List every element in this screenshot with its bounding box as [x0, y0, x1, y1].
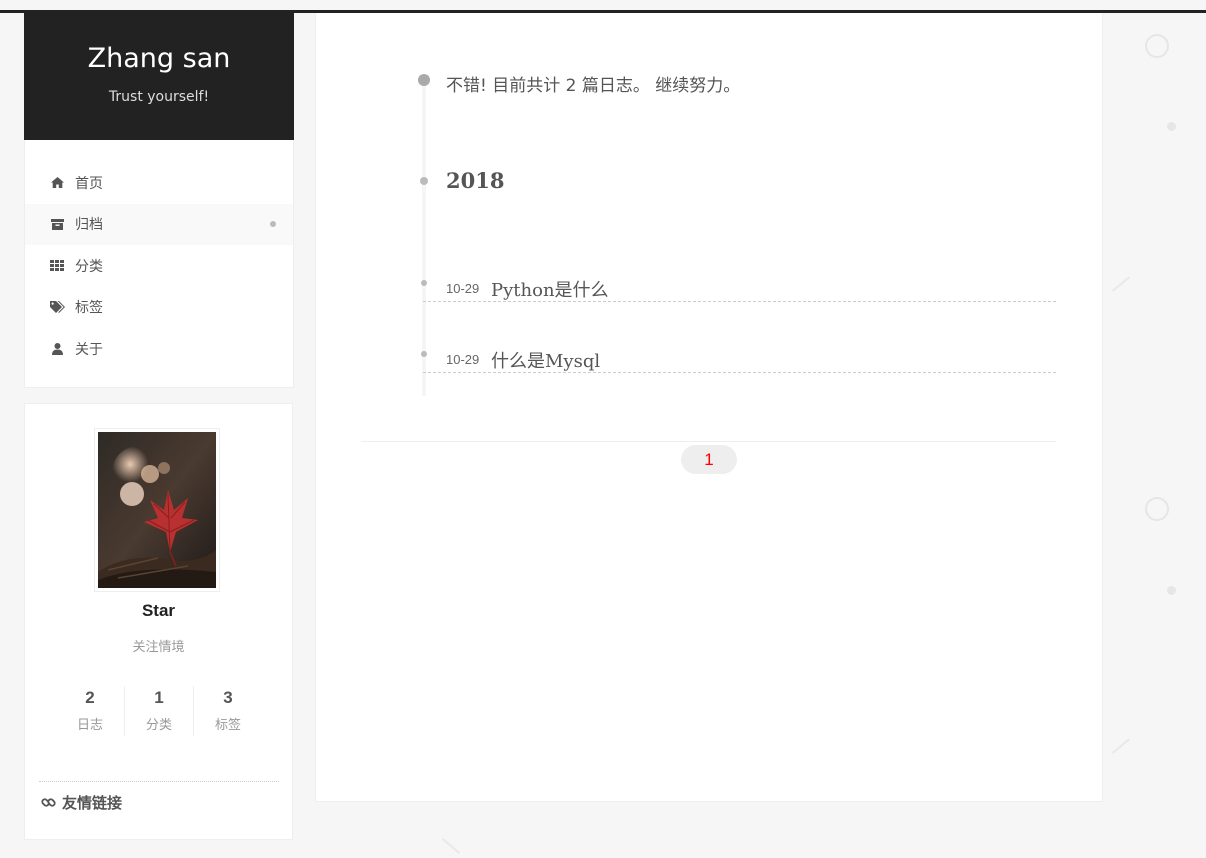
- menu-item-label: 标签: [75, 299, 103, 316]
- stat-categories[interactable]: 1 分类: [124, 686, 193, 736]
- author-avatar: [94, 428, 220, 592]
- timeline-dot: [418, 74, 430, 86]
- stat-posts[interactable]: 2 日志: [56, 686, 124, 736]
- pagination-divider: [361, 441, 1056, 442]
- pagination-current-page[interactable]: 1: [681, 445, 737, 474]
- background-circle-decoration: [1145, 34, 1169, 58]
- stat-count: 3: [223, 688, 233, 707]
- background-dot-decoration: [1167, 122, 1176, 131]
- maple-leaf-photo: [98, 432, 216, 588]
- menu-item-categories[interactable]: 分类: [25, 245, 293, 287]
- background-dot-decoration: [1167, 586, 1176, 595]
- stat-count: 1: [154, 688, 164, 707]
- archive-icon: [49, 217, 65, 231]
- home-icon: [49, 176, 65, 190]
- archive-content: 不错! 目前共计 2 篇日志。 继续努力。 2018 10-29 Python是…: [315, 13, 1103, 802]
- post-title-link[interactable]: 什么是Mysql: [491, 347, 600, 373]
- post-item: 10-29 Python是什么: [423, 271, 1056, 302]
- grid-icon: [49, 259, 65, 273]
- link-icon: [41, 798, 56, 807]
- author-name: Star: [141, 601, 176, 620]
- stat-label: 日志: [76, 717, 103, 732]
- stat-count: 2: [85, 688, 95, 707]
- site-brand-header: Zhang san Trust yourself!: [24, 13, 294, 140]
- user-icon: [49, 342, 65, 356]
- site-stats: 2 日志 1 分类 3 标签: [56, 686, 262, 736]
- menu-item-label: 分类: [75, 257, 103, 274]
- post-date: 10-29: [446, 352, 480, 367]
- site-title[interactable]: Zhang san: [24, 43, 294, 75]
- archive-year: 2018: [446, 168, 505, 193]
- tags-icon: [49, 300, 65, 314]
- background-dash-decoration: [1111, 738, 1131, 754]
- menu-item-label: 首页: [75, 174, 103, 191]
- menu-item-archive[interactable]: 归档: [25, 203, 293, 245]
- post-date: 10-29: [446, 281, 480, 296]
- active-indicator-dot: [270, 221, 276, 228]
- background-circle-decoration: [1145, 497, 1169, 521]
- post-item: 10-29 什么是Mysql: [423, 342, 1056, 373]
- friend-links-label: 友情链接: [62, 795, 123, 812]
- timeline-dot: [420, 177, 428, 185]
- sidebar-menu: 首页 归档 分类 标签 关于: [24, 140, 294, 388]
- site-subtitle: Trust yourself!: [108, 89, 210, 105]
- menu-item-tags[interactable]: 标签: [25, 287, 293, 329]
- author-panel: Star 关注情境 2 日志 1 分类 3 标签 友情链接: [24, 403, 293, 840]
- background-dash-decoration: [1111, 276, 1131, 292]
- menu-item-about[interactable]: 关于: [25, 328, 293, 370]
- stat-tags[interactable]: 3 标签: [193, 686, 262, 736]
- divider: [39, 781, 279, 782]
- post-title-link[interactable]: Python是什么: [491, 276, 609, 302]
- background-dash-decoration: [441, 838, 461, 854]
- author-description: 关注情境: [132, 639, 185, 654]
- menu-item-label: 归档: [75, 216, 103, 233]
- stat-label: 分类: [145, 717, 172, 732]
- stat-label: 标签: [214, 717, 241, 732]
- menu-item-label: 关于: [75, 340, 103, 357]
- archive-intro: 不错! 目前共计 2 篇日志。 继续努力。: [446, 76, 741, 96]
- menu-item-home[interactable]: 首页: [25, 162, 293, 204]
- friend-links-title[interactable]: 友情链接: [41, 792, 122, 813]
